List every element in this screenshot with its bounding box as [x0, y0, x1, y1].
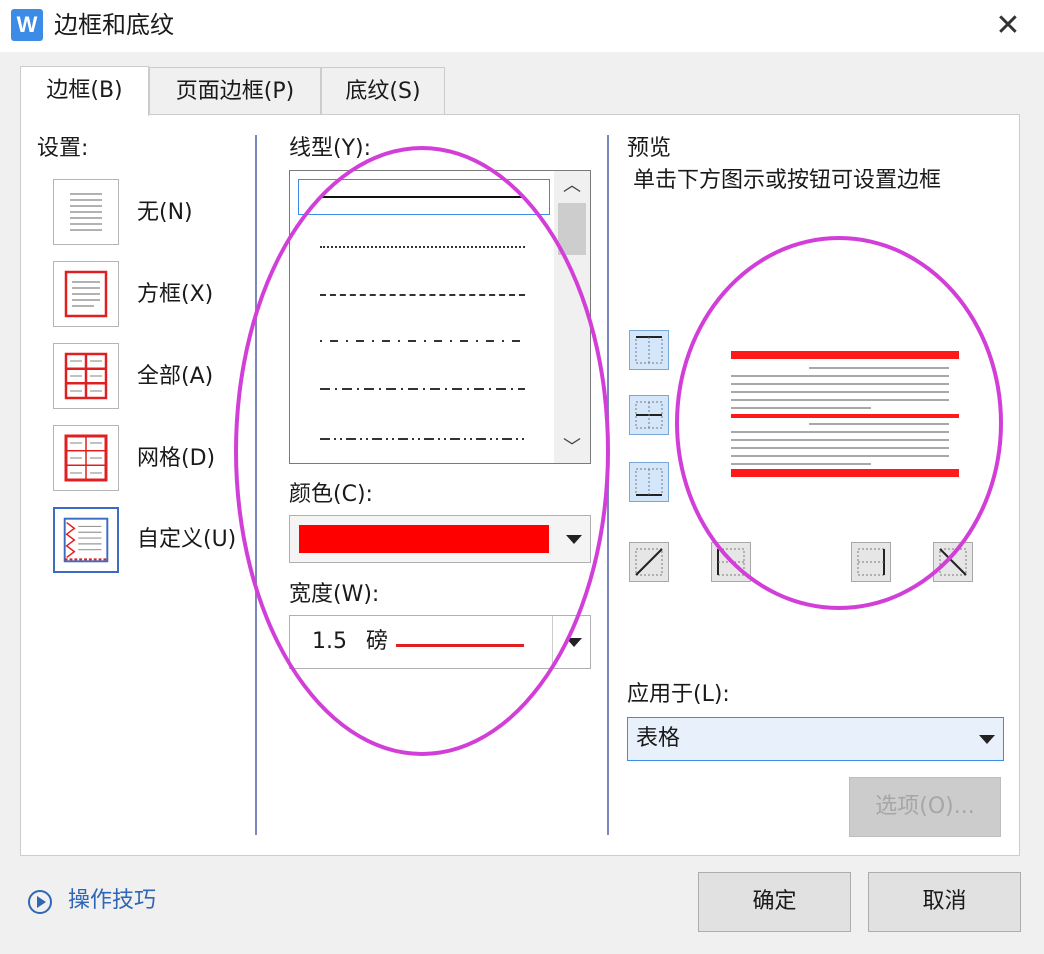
apply-to-dropdown[interactable]: 表格: [627, 717, 1004, 761]
left-border-button[interactable]: [711, 542, 751, 582]
preview-label: 预览: [627, 136, 672, 161]
line-type-dash-dot-dot[interactable]: [320, 437, 525, 441]
preview-area[interactable]: [721, 335, 971, 495]
column-divider: [255, 135, 257, 835]
all-borders-icon[interactable]: [53, 343, 119, 409]
right-border-button[interactable]: [851, 542, 891, 582]
scroll-up-icon[interactable]: ︿: [554, 171, 590, 201]
tab-border[interactable]: 边框(B): [20, 66, 149, 116]
diagonal-up-border-button[interactable]: [629, 542, 669, 582]
settings-label: 设置:: [37, 136, 89, 161]
setting-none-label[interactable]: 无(N): [137, 199, 193, 227]
chevron-down-icon: [566, 638, 582, 647]
line-type-dash-dot[interactable]: [320, 387, 525, 391]
inside-horizontal-border-button[interactable]: [629, 395, 669, 435]
apply-to-label: 应用于(L):: [627, 682, 730, 707]
setting-custom-label[interactable]: 自定义(U): [137, 526, 236, 554]
line-type-scrollbar[interactable]: ︿ ﹀: [554, 171, 590, 463]
line-type-list[interactable]: ︿ ﹀: [289, 170, 591, 464]
width-value: 1.5: [312, 629, 347, 654]
wps-writer-icon: W: [11, 9, 43, 41]
play-circle-icon: [28, 890, 52, 914]
width-dropdown[interactable]: 1.5 磅: [289, 615, 591, 669]
close-icon[interactable]: ✕: [986, 4, 1030, 48]
grid-border-icon[interactable]: [53, 425, 119, 491]
operation-tips-label: 操作技巧: [68, 888, 157, 913]
line-type-label: 线型(Y):: [289, 136, 372, 161]
tab-shading[interactable]: 底纹(S): [321, 67, 445, 115]
custom-border-icon[interactable]: [53, 507, 119, 573]
dialog-title: 边框和底纹: [54, 11, 174, 39]
column-divider: [607, 135, 609, 835]
width-line-sample: [396, 644, 524, 647]
top-border-button[interactable]: [629, 330, 669, 370]
preview-hint: 单击下方图示或按钮可设置边框: [633, 168, 942, 193]
line-type-dotted[interactable]: [320, 246, 525, 248]
box-border-icon[interactable]: [53, 261, 119, 327]
color-dropdown[interactable]: [289, 515, 591, 563]
scroll-down-icon[interactable]: ﹀: [554, 433, 590, 463]
diagonal-down-border-button[interactable]: [933, 542, 973, 582]
setting-all-label[interactable]: 全部(A): [137, 363, 213, 391]
options-button[interactable]: 选项(O)...: [849, 777, 1001, 837]
setting-grid-label[interactable]: 网格(D): [137, 445, 215, 473]
bottom-border-button[interactable]: [629, 462, 669, 502]
setting-box-label[interactable]: 方框(X): [137, 281, 213, 309]
line-type-dash-small-gap[interactable]: [320, 339, 525, 343]
none-border-icon[interactable]: [53, 179, 119, 245]
ok-button[interactable]: 确定: [698, 872, 851, 932]
color-label: 颜色(C):: [289, 482, 373, 507]
apply-to-value: 表格: [636, 726, 681, 751]
chevron-down-icon: [566, 535, 582, 544]
line-type-solid[interactable]: [320, 196, 525, 198]
width-unit: 磅: [366, 629, 389, 654]
tab-page-border[interactable]: 页面边框(P): [149, 67, 321, 115]
line-type-dashed[interactable]: [320, 294, 525, 296]
borders-and-shading-dialog: W 边框和底纹 ✕ 边框(B) 页面边框(P) 底纹(S) 设置: 无(N) 方…: [0, 0, 1044, 954]
cancel-button[interactable]: 取消: [868, 872, 1021, 932]
color-swatch: [299, 525, 549, 553]
scroll-thumb[interactable]: [558, 203, 586, 255]
title-bar: W 边框和底纹 ✕: [0, 0, 1044, 52]
border-tab-panel: 设置: 无(N) 方框(X) 全部(A) 网格(D) 自定义(U) 线型(Y):…: [20, 114, 1020, 856]
chevron-down-icon: [979, 735, 995, 744]
width-label: 宽度(W):: [289, 582, 380, 607]
